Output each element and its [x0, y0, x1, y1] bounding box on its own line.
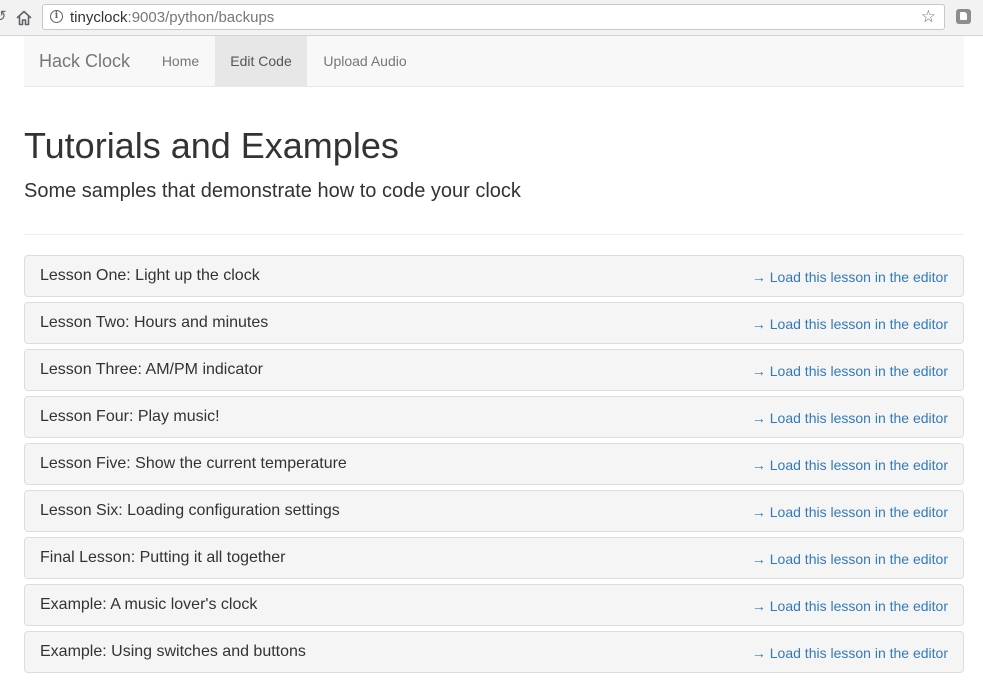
back-icon[interactable]: ↺	[0, 9, 8, 25]
lesson-row: Final Lesson: Putting it all together → …	[24, 537, 964, 579]
lesson-title: Lesson Two: Hours and minutes	[40, 314, 269, 331]
nav-upload-audio[interactable]: Upload Audio	[307, 36, 423, 86]
lesson-row: Lesson One: Light up the clock → Load th…	[24, 255, 964, 297]
url-path: :9003/python/backups	[127, 9, 275, 26]
load-lesson-link[interactable]: → Load this lesson in the editor	[752, 550, 948, 568]
lesson-title: Lesson Five: Show the current temperatur…	[40, 455, 347, 472]
page-subtitle: Some samples that demonstrate how to cod…	[24, 180, 521, 202]
browser-toolbar: ↺ i tinyclock:9003/python/backups ☆	[0, 0, 983, 36]
navbar-brand[interactable]: Hack Clock	[39, 50, 130, 72]
lesson-row: Lesson Five: Show the current temperatur…	[24, 443, 964, 485]
lesson-row: Example: Using switches and buttons → Lo…	[24, 631, 964, 673]
lesson-title: Example: A music lover's clock	[40, 596, 258, 613]
lesson-row: Lesson Three: AM/PM indicator → Load thi…	[24, 349, 964, 391]
navbar: Hack Clock Home Edit Code Upload Audio	[24, 36, 964, 87]
nav-home[interactable]: Home	[147, 36, 214, 86]
nav-edit-code[interactable]: Edit Code	[215, 36, 307, 86]
address-bar[interactable]: i tinyclock:9003/python/backups ☆	[42, 4, 945, 30]
load-lesson-link[interactable]: → Load this lesson in the editor	[752, 409, 948, 427]
lesson-row: Lesson Four: Play music! → Load this les…	[24, 396, 964, 438]
lesson-title: Lesson One: Light up the clock	[40, 267, 260, 284]
lesson-row: Lesson Two: Hours and minutes → Load thi…	[24, 302, 964, 344]
lesson-title: Lesson Three: AM/PM indicator	[40, 361, 263, 378]
lesson-row: Example: A music lover's clock → Load th…	[24, 584, 964, 626]
header-divider	[24, 234, 964, 235]
load-lesson-link[interactable]: → Load this lesson in the editor	[752, 362, 948, 380]
lesson-title: Example: Using switches and buttons	[40, 643, 306, 660]
load-lesson-link[interactable]: → Load this lesson in the editor	[752, 644, 948, 662]
page-title: Tutorials and Examples	[24, 125, 399, 166]
url-host: tinyclock	[70, 9, 128, 26]
home-icon[interactable]	[14, 8, 34, 28]
url-text[interactable]: tinyclock:9003/python/backups	[70, 9, 274, 27]
lesson-list: Lesson One: Light up the clock → Load th…	[24, 255, 964, 678]
load-lesson-link[interactable]: → Load this lesson in the editor	[752, 597, 948, 615]
lesson-row: Lesson Six: Loading configuration settin…	[24, 490, 964, 532]
load-lesson-link[interactable]: → Load this lesson in the editor	[752, 268, 948, 286]
star-icon[interactable]: ☆	[921, 7, 936, 27]
lesson-title: Lesson Six: Loading configuration settin…	[40, 502, 340, 519]
extension-icon[interactable]	[956, 9, 971, 24]
load-lesson-link[interactable]: → Load this lesson in the editor	[752, 315, 948, 333]
lesson-title: Final Lesson: Putting it all together	[40, 549, 286, 566]
lesson-title: Lesson Four: Play music!	[40, 408, 220, 425]
info-icon[interactable]: i	[50, 10, 63, 23]
load-lesson-link[interactable]: → Load this lesson in the editor	[752, 456, 948, 474]
load-lesson-link[interactable]: → Load this lesson in the editor	[752, 503, 948, 521]
